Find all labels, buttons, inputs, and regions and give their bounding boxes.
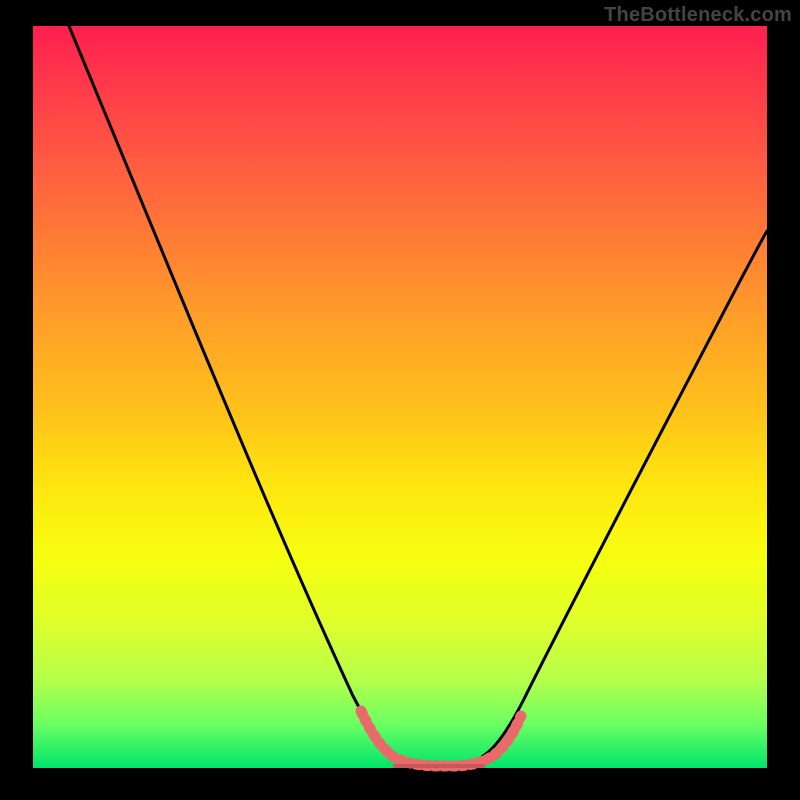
plot-area bbox=[33, 26, 767, 768]
watermark-text: TheBottleneck.com bbox=[604, 4, 792, 27]
optimal-band-curve bbox=[361, 711, 521, 766]
bottleneck-curve bbox=[69, 26, 767, 764]
chart-svg bbox=[33, 26, 767, 768]
chart-frame: TheBottleneck.com bbox=[0, 0, 800, 800]
